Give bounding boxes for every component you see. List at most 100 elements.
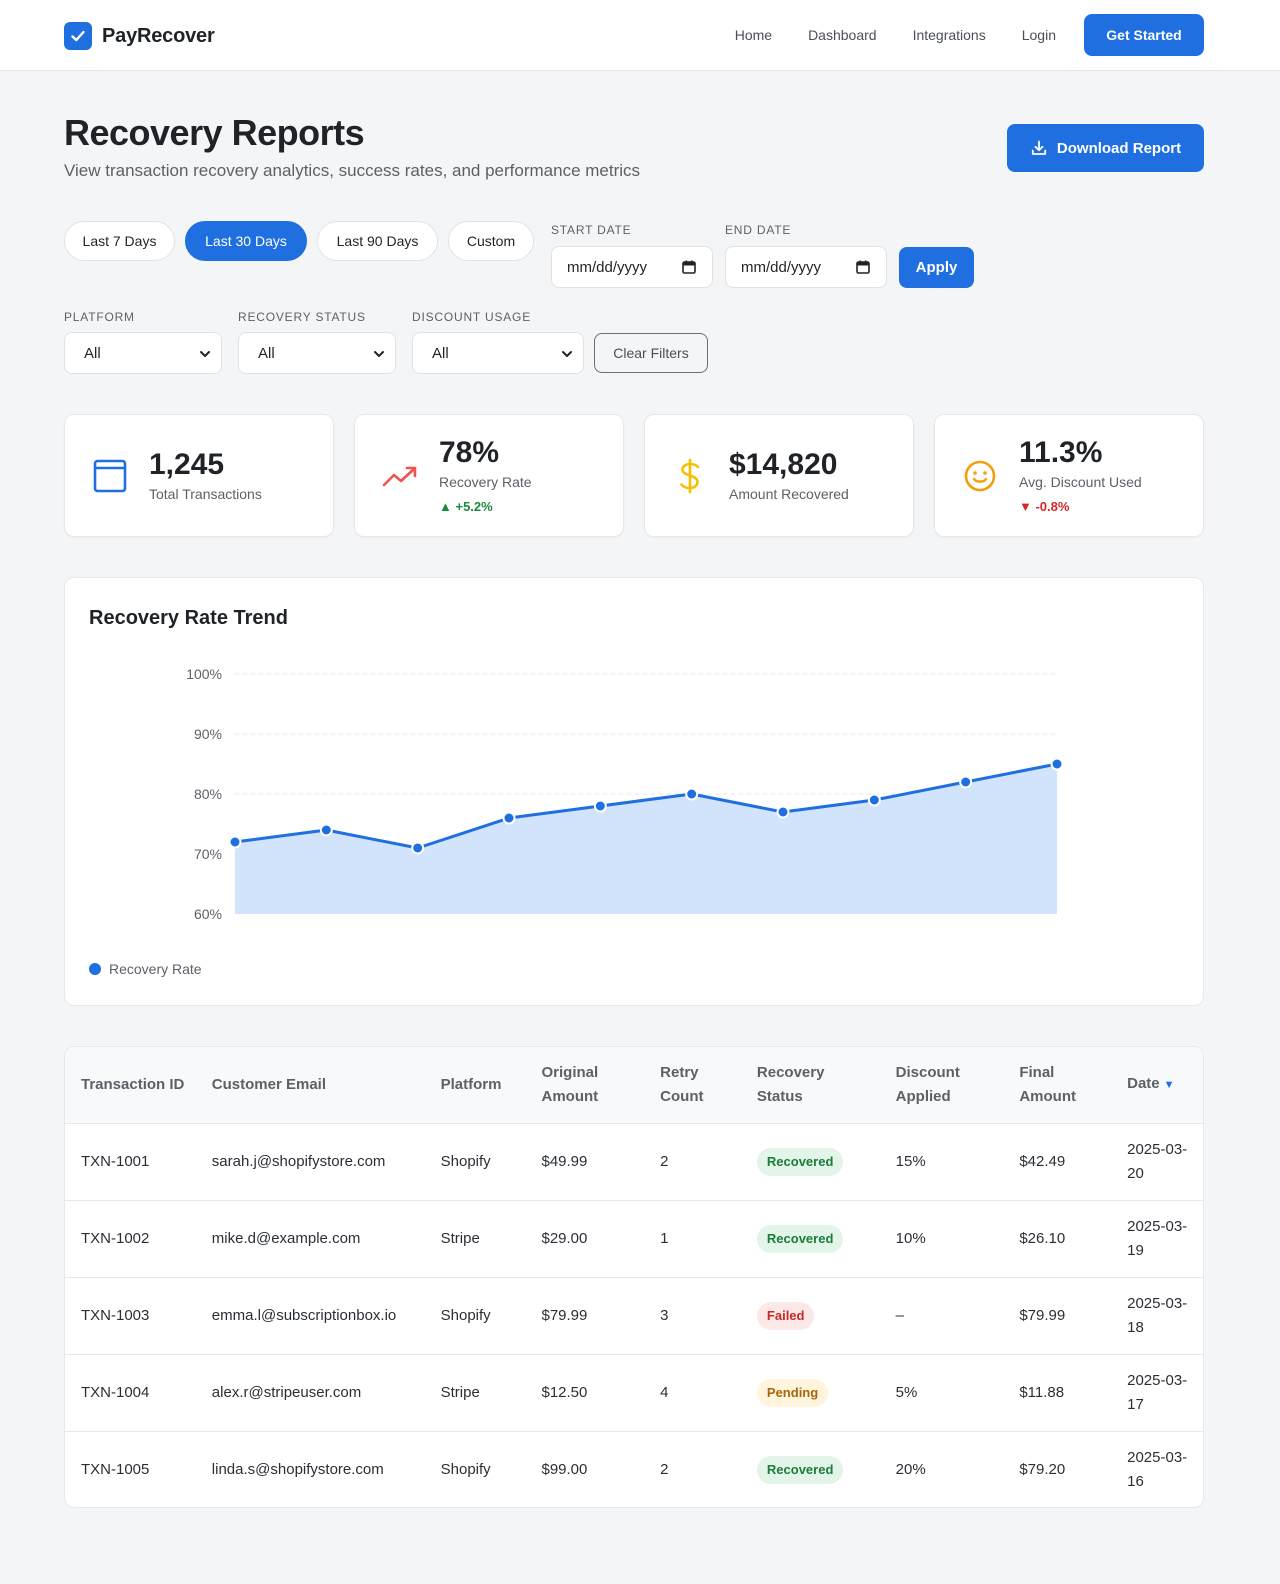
data-point[interactable] <box>867 793 881 807</box>
cell-customer-email: sarah.j@shopifystore.com <box>211 1152 386 1170</box>
data-point[interactable] <box>319 823 333 837</box>
cell-platform: Stripe <box>440 1229 480 1247</box>
discount-usage-select-value: All <box>432 344 449 362</box>
recovery-status-select[interactable]: All <box>238 332 396 374</box>
end-date-input[interactable]: mm/dd/yyyy <box>725 246 887 288</box>
start-date-input[interactable]: mm/dd/yyyy <box>551 246 713 288</box>
cell-discount-applied: 5% <box>895 1383 918 1401</box>
kpi-trend-up: ▲ +5.2% <box>439 499 493 514</box>
kpi-value: $14,820 <box>729 448 838 481</box>
calendar-icon[interactable] <box>856 260 870 274</box>
table-row[interactable]: TXN-1001 sarah.j@shopifystore.com Shopify $… <box>65 1123 1203 1200</box>
recovery-status-select-value: All <box>258 344 275 362</box>
start-date-placeholder: mm/dd/yyyy <box>567 258 648 276</box>
data-point[interactable] <box>502 811 516 825</box>
apply-button[interactable]: Apply <box>899 247 974 288</box>
cell-final-amount: $42.49 <box>1019 1152 1066 1170</box>
nav-integrations[interactable]: Integrations <box>913 14 986 56</box>
dollar-icon <box>671 457 709 495</box>
kpi-label: Recovery Rate <box>439 474 532 490</box>
cell-date: 2025-03-16 <box>1127 1448 1188 1490</box>
check-icon <box>64 22 92 50</box>
cell-discount-applied: 20% <box>895 1460 926 1478</box>
kpi-value: 78% <box>439 436 500 469</box>
cell-retry-count: 1 <box>660 1229 669 1247</box>
cell-customer-email: linda.s@shopifystore.com <box>211 1460 384 1478</box>
cell-transaction-id: TXN-1005 <box>81 1460 150 1478</box>
page-subtitle: View transaction recovery analytics, suc… <box>64 161 641 180</box>
y-tick-label: 70% <box>194 846 222 862</box>
table-row[interactable]: TXN-1002 mike.d@example.com Stripe $29.00 1 R… <box>65 1200 1203 1277</box>
cell-original-amount: $12.50 <box>541 1383 588 1401</box>
brand-name: PayRecover <box>102 24 215 47</box>
range-last-7-days[interactable]: Last 7 Days <box>64 221 175 261</box>
brand[interactable]: PayRecover <box>64 22 215 50</box>
cell-recovery-status: Recovered <box>741 1431 880 1507</box>
nav-login[interactable]: Login <box>1022 14 1056 56</box>
table-row[interactable]: TXN-1005 linda.s@shopifystore.com Shopify $… <box>65 1431 1203 1507</box>
y-tick-label: 90% <box>194 726 222 742</box>
chevron-down-icon <box>562 351 572 357</box>
cell-transaction-id: TXN-1001 <box>81 1152 150 1170</box>
clear-filters-button[interactable]: Clear Filters <box>594 333 708 373</box>
data-point[interactable] <box>411 841 425 855</box>
cell-customer-email: emma.l@subscriptionbox.io <box>211 1306 397 1324</box>
range-last-90-days[interactable]: Last 90 Days <box>317 221 438 261</box>
cell-retry-count: 3 <box>660 1306 669 1324</box>
nav-dashboard[interactable]: Dashboard <box>808 14 877 56</box>
recovery-rate-chart: 100% 90% 80% 70% 60% <box>186 666 1064 922</box>
sort-desc-icon: ▼ <box>1163 1079 1175 1092</box>
col-date[interactable]: Date ▼ <box>1111 1047 1203 1123</box>
cell-final-amount: $79.20 <box>1019 1460 1066 1478</box>
kpi-trend-down: ▼ -0.8% <box>1019 499 1070 514</box>
table-row[interactable]: TXN-1004 alex.r@stripeuser.com Stripe $12.5… <box>65 1354 1203 1431</box>
data-point[interactable] <box>1050 757 1064 771</box>
legend-label: Recovery Rate <box>109 961 202 977</box>
range-last-30-days[interactable]: Last 30 Days <box>185 221 307 261</box>
transactions-table-card: Transaction ID Customer Email Platform O… <box>64 1046 1204 1508</box>
discount-usage-select[interactable]: All <box>412 332 584 374</box>
cell-recovery-status: Recovered <box>741 1200 880 1277</box>
cell-original-amount: $29.00 <box>541 1229 588 1247</box>
col-discount-applied[interactable]: Discount Applied <box>880 1047 1004 1123</box>
chevron-down-icon <box>200 351 210 357</box>
transactions-table: Transaction ID Customer Email Platform O… <box>65 1047 1203 1507</box>
cell-retry-count: 2 <box>660 1152 669 1170</box>
cell-discount-applied: 10% <box>895 1229 926 1247</box>
table-row[interactable]: TXN-1003 emma.l@subscriptionbox.io Shopify… <box>65 1277 1203 1354</box>
col-recovery-status[interactable]: Recovery Status <box>741 1047 880 1123</box>
platform-select[interactable]: All <box>64 332 222 374</box>
data-point[interactable] <box>228 835 242 849</box>
col-retry-count[interactable]: Retry Count <box>644 1047 741 1123</box>
download-icon <box>1031 140 1047 155</box>
download-report-button[interactable]: Download Report <box>1007 124 1204 172</box>
cell-retry-count: 2 <box>660 1460 669 1478</box>
data-point[interactable] <box>685 787 699 801</box>
calendar-icon[interactable] <box>682 260 696 274</box>
data-point[interactable] <box>776 805 790 819</box>
platform-select-value: All <box>84 344 101 362</box>
y-tick-label: 100% <box>186 666 222 682</box>
col-final-amount[interactable]: Final Amount <box>1003 1047 1111 1123</box>
kpi-value: 11.3% <box>1019 436 1103 469</box>
main-nav: Home Dashboard Integrations Login Get St… <box>735 14 1204 56</box>
cell-original-amount: $79.99 <box>541 1306 588 1324</box>
nav-home[interactable]: Home <box>735 14 772 56</box>
col-platform[interactable]: Platform <box>425 1047 526 1123</box>
cell-date: 2025-03-20 <box>1127 1140 1188 1182</box>
col-original-amount[interactable]: Original Amount <box>525 1047 644 1123</box>
cell-recovery-status: Failed <box>741 1277 880 1354</box>
data-point[interactable] <box>959 775 973 789</box>
range-custom[interactable]: Custom <box>448 221 534 261</box>
cell-date: 2025-03-19 <box>1127 1217 1188 1259</box>
cell-original-amount: $49.99 <box>541 1152 588 1170</box>
data-point[interactable] <box>593 799 607 813</box>
cell-transaction-id: TXN-1004 <box>81 1383 150 1401</box>
get-started-button[interactable]: Get Started <box>1084 14 1204 56</box>
col-customer-email[interactable]: Customer Email <box>196 1047 425 1123</box>
discount-usage-label: Discount Usage <box>412 310 531 324</box>
cell-final-amount: $26.10 <box>1019 1229 1066 1247</box>
col-transaction-id[interactable]: Transaction ID <box>65 1047 196 1123</box>
table-header-row: Transaction ID Customer Email Platform O… <box>65 1047 1203 1123</box>
kpi-amount-recovered: $14,820 Amount Recovered <box>644 414 914 537</box>
